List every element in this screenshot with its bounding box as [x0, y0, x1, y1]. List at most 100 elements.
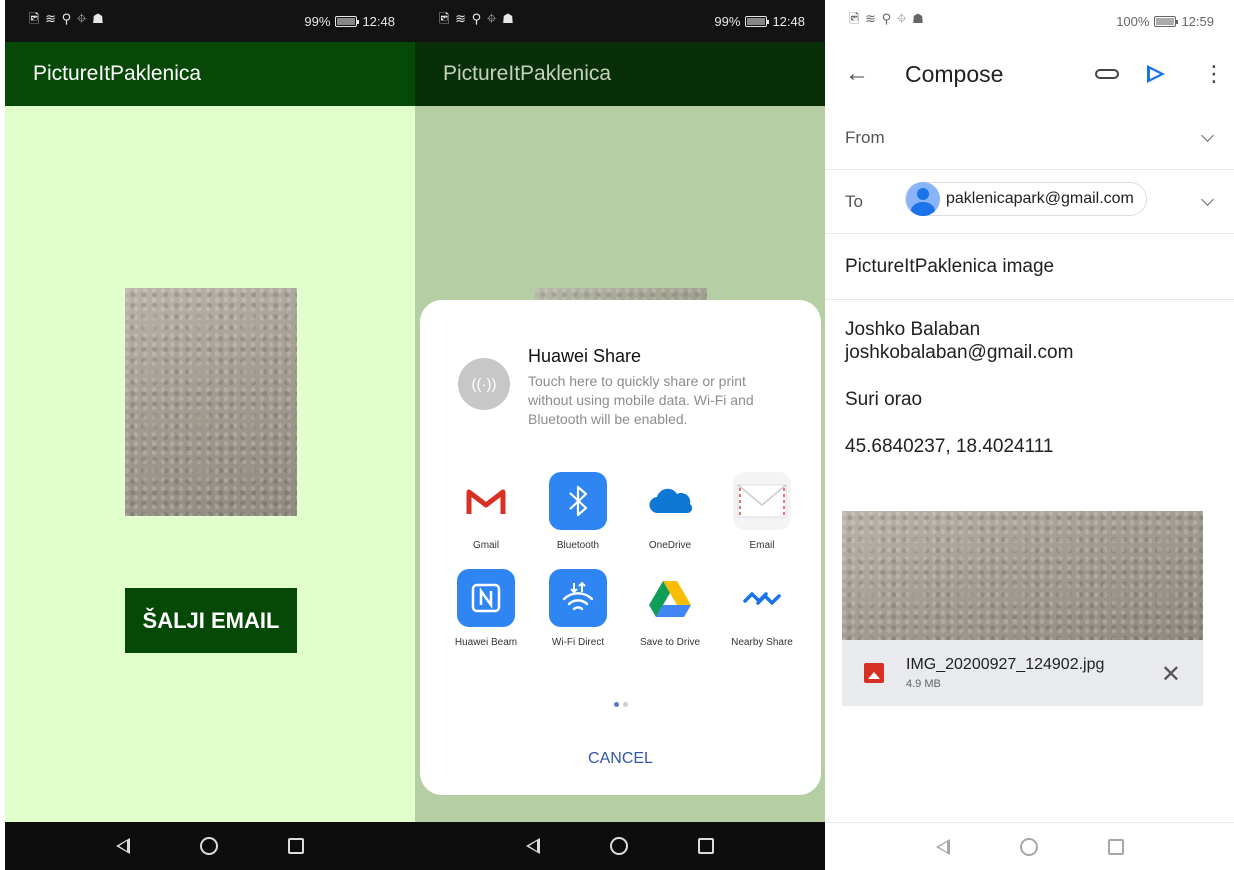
huawei-share-icon[interactable]: ((·)) — [458, 358, 510, 410]
share-target-label: Bluetooth — [556, 540, 600, 551]
gmail-icon — [457, 472, 515, 530]
share-target-label: Email — [749, 540, 775, 551]
back-arrow-icon[interactable]: ← — [845, 60, 869, 88]
attachment-info: IMG_20200927_124902.jpg 4.9 MB ✕ — [842, 640, 1203, 706]
nav-recents-icon[interactable] — [698, 838, 714, 854]
email-icon — [733, 472, 791, 530]
nfc-icon — [457, 569, 515, 627]
share-target-label: Wi-Fi Direct — [551, 637, 605, 648]
nav-home-icon[interactable] — [610, 837, 628, 855]
main-content: ŠALJI EMAIL — [5, 106, 415, 822]
navigation-bar — [5, 822, 415, 870]
share-target-label: Nearby Share — [731, 637, 793, 648]
screens-composite: 🖻 ≋ ⚲ ⌖ ☗ 99% 12:48 PictureItPaklenica Š… — [0, 0, 1234, 870]
onedrive-icon — [641, 472, 699, 530]
compose-title: Compose — [905, 60, 1004, 87]
share-target-label: Huawei Beam — [454, 637, 518, 648]
compose-toolbar: ← Compose ⋮ — [825, 42, 1234, 106]
app-title: PictureItPaklenica — [33, 62, 202, 85]
drive-icon — [641, 569, 699, 627]
avatar-icon — [906, 182, 940, 216]
phone-screen-main: 🖻 ≋ ⚲ ⌖ ☗ 99% 12:48 PictureItPaklenica Š… — [5, 0, 415, 870]
body-coordinates: 45.6840237, 18.4024111 — [845, 436, 1054, 457]
app-title: PictureItPaklenica — [443, 62, 612, 85]
from-label: From — [845, 127, 885, 147]
share-target-label: OneDrive — [648, 540, 692, 551]
app-bar: PictureItPaklenica — [415, 42, 825, 106]
battery-icon — [1154, 15, 1179, 27]
share-target-gmail[interactable]: Gmail — [440, 472, 532, 551]
from-row[interactable]: From — [825, 106, 1234, 170]
nav-home-icon[interactable] — [1019, 837, 1038, 856]
recipient-chip[interactable]: paklenicapark@gmail.com — [905, 182, 1147, 216]
nav-back-icon[interactable] — [935, 838, 950, 855]
email-body[interactable]: Joshko Balaban joshkobalaban@gmail.com S… — [845, 318, 1073, 482]
huawei-share-title[interactable]: Huawei Share — [528, 346, 641, 367]
image-file-icon — [864, 663, 884, 683]
battery-percent: 99% — [714, 13, 741, 29]
share-target-wifi-direct[interactable]: Wi-Fi Direct — [532, 569, 624, 648]
body-note: Suri orao — [845, 389, 923, 410]
share-target-bluetooth[interactable]: Bluetooth — [532, 472, 624, 551]
status-icons: 🖻 ≋ ⚲ ⌖ ☗ — [29, 11, 105, 26]
to-label: To — [845, 191, 863, 211]
share-target-email[interactable]: Email — [716, 472, 808, 551]
close-icon[interactable]: ✕ — [1161, 660, 1181, 689]
subject-field[interactable]: PictureItPaklenica image — [845, 256, 1054, 278]
attachment-name: IMG_20200927_124902.jpg — [906, 656, 1105, 673]
phone-screen-compose: 🖻 ≋ ⚲ ⌖ ☗ 100% 12:59 ← Compose ⋮ From To… — [825, 0, 1234, 870]
share-target-huawei-beam[interactable]: Huawei Beam — [440, 569, 532, 648]
chevron-down-icon[interactable] — [1201, 129, 1214, 142]
status-icons: 🖻 ≋ ⚲ ⌖ ☗ — [439, 11, 515, 26]
clock: 12:59 — [1181, 13, 1214, 29]
body-email: joshkobalaban@gmail.com — [845, 342, 1074, 363]
page-dot — [622, 702, 628, 707]
navigation-bar — [415, 822, 825, 870]
attach-icon[interactable] — [1095, 69, 1119, 79]
nav-back-icon[interactable] — [116, 838, 130, 854]
status-icons: 🖻 ≋ ⚲ ⌖ ☗ — [849, 11, 925, 26]
page-dot-active — [613, 702, 619, 707]
battery-percent: 99% — [304, 13, 331, 29]
bluetooth-icon — [549, 472, 607, 530]
nearby-share-icon — [733, 569, 791, 627]
attachment-size: 4.9 MB — [906, 678, 941, 690]
share-targets-grid: Gmail Bluetooth OneDrive Email Huawei Be… — [440, 472, 810, 648]
nav-recents-icon[interactable] — [1107, 838, 1124, 855]
share-sheet: ((·)) Huawei Share Touch here to quickly… — [420, 300, 821, 795]
share-target-label: Save to Drive — [639, 637, 701, 648]
share-target-label: Gmail — [472, 540, 500, 551]
app-bar: PictureItPaklenica — [5, 42, 415, 106]
status-bar: 🖻 ≋ ⚲ ⌖ ☗ 99% 12:48 — [5, 0, 415, 42]
share-target-save-to-drive[interactable]: Save to Drive — [624, 569, 716, 648]
recipient-address: paklenicapark@gmail.com — [946, 190, 1134, 207]
chevron-down-icon[interactable] — [1201, 193, 1214, 206]
wifi-direct-icon — [549, 569, 607, 627]
huawei-share-description[interactable]: Touch here to quickly share or print wit… — [528, 372, 788, 429]
nav-back-icon[interactable] — [526, 838, 540, 854]
clock: 12:48 — [772, 13, 805, 29]
attachment-preview — [842, 511, 1203, 640]
share-target-onedrive[interactable]: OneDrive — [624, 472, 716, 551]
attachment-card[interactable]: IMG_20200927_124902.jpg 4.9 MB ✕ — [842, 511, 1203, 706]
send-email-button[interactable]: ŠALJI EMAIL — [125, 588, 297, 653]
nav-home-icon[interactable] — [200, 837, 218, 855]
phone-screen-share: 🖻 ≋ ⚲ ⌖ ☗ 99% 12:48 PictureItPaklenica (… — [415, 0, 825, 870]
cancel-button[interactable]: CANCEL — [420, 750, 821, 768]
status-bar: 🖻 ≋ ⚲ ⌖ ☗ 100% 12:59 — [825, 0, 1234, 42]
subject-row[interactable]: PictureItPaklenica image — [825, 234, 1234, 300]
captured-photo — [125, 288, 297, 516]
page-indicator — [420, 702, 821, 707]
to-row[interactable]: To paklenicapark@gmail.com — [825, 170, 1234, 234]
battery-icon — [745, 15, 770, 27]
navigation-bar — [825, 822, 1234, 870]
send-icon[interactable] — [1147, 65, 1165, 83]
body-name: Joshko Balaban — [845, 319, 981, 340]
share-target-nearby-share[interactable]: Nearby Share — [716, 569, 808, 648]
clock: 12:48 — [362, 13, 395, 29]
battery-icon — [335, 15, 360, 27]
status-bar: 🖻 ≋ ⚲ ⌖ ☗ 99% 12:48 — [415, 0, 825, 42]
battery-percent: 100% — [1116, 13, 1150, 29]
nav-recents-icon[interactable] — [288, 838, 304, 854]
more-vert-icon[interactable]: ⋮ — [1203, 61, 1225, 87]
